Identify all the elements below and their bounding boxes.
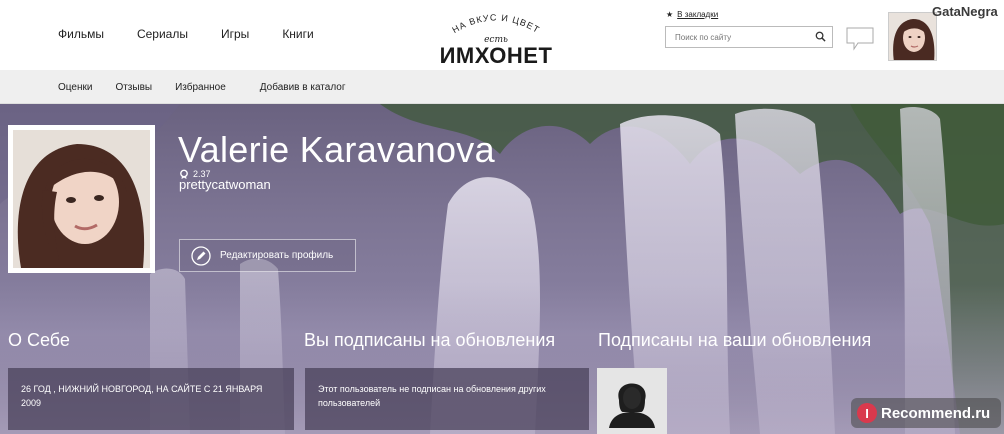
about-card: 26 ГОД , НИЖНИЙ НОВГОРОД, НА САЙТЕ С 21 … <box>8 368 294 430</box>
followers-heading: Подписаны на ваши обновления <box>598 330 872 350</box>
profile-avatar[interactable] <box>8 125 155 273</box>
subscribed-heading: Вы подписаны на обновления <box>304 330 556 350</box>
site-logo[interactable]: НА ВКУС И ЦВЕТ есть ИМХОНЕТ <box>430 8 562 68</box>
edit-profile-button[interactable]: Редактировать профиль <box>179 239 356 272</box>
bookmark-label: В закладки <box>677 10 719 19</box>
subnav-catalog-link[interactable]: Добавив в каталог <box>260 82 346 93</box>
logo-name: ИМХОНЕТ <box>439 43 553 68</box>
recommend-watermark: I Recommend.ru <box>851 398 1001 428</box>
speech-bubble-icon[interactable] <box>846 27 874 51</box>
profile-name: Valerie Karavanova <box>178 129 495 170</box>
username: GataNegra <box>932 4 998 19</box>
profile-subnav: Оценки Отзывы Избранное Добавив в катало… <box>58 82 369 93</box>
search-input[interactable] <box>666 27 806 48</box>
bookmark-link[interactable]: ★ В закладки <box>666 10 718 19</box>
subnav-favorites-link[interactable]: Избранное <box>175 82 226 93</box>
profile-avatar-photo <box>13 130 150 268</box>
watermark-text: Recommend.ru <box>881 404 991 422</box>
search-box <box>665 26 833 48</box>
subnav-ratings-link[interactable]: Оценки <box>58 82 92 93</box>
follower-avatar[interactable] <box>597 368 667 434</box>
subscribed-card: Этот пользователь не подписан на обновле… <box>305 368 589 430</box>
user-avatar-photo <box>889 13 936 60</box>
subnav-reviews-link[interactable]: Отзывы <box>115 82 152 93</box>
nav-series-link[interactable]: Сериалы <box>137 27 188 41</box>
nav-games-link[interactable]: Игры <box>221 27 249 41</box>
user-avatar[interactable] <box>888 12 937 61</box>
top-header: Фильмы Сериалы Игры Книги НА ВКУС И ЦВЕТ… <box>0 0 1004 70</box>
logo-arc-text: НА ВКУС И ЦВЕТ <box>450 12 541 35</box>
main-nav: Фильмы Сериалы Игры Книги <box>58 27 347 41</box>
user-silhouette-icon <box>609 383 655 428</box>
profile-nickname: prettycatwoman <box>179 177 271 192</box>
pencil-icon <box>191 245 211 266</box>
about-heading: О Себе <box>8 330 70 350</box>
star-icon: ★ <box>666 10 674 19</box>
svg-text:НА ВКУС И ЦВЕТ: НА ВКУС И ЦВЕТ <box>450 12 541 35</box>
search-icon[interactable] <box>815 31 826 42</box>
edit-profile-label: Редактировать профиль <box>220 250 334 261</box>
watermark-badge: I <box>857 403 877 423</box>
profile-hero: Valerie Karavanova 2.37 prettycatwoman Р… <box>0 104 1004 434</box>
profile-subnav-bar: Оценки Отзывы Избранное Добавив в катало… <box>0 70 1004 104</box>
nav-books-link[interactable]: Книги <box>282 27 313 41</box>
nav-films-link[interactable]: Фильмы <box>58 27 104 41</box>
